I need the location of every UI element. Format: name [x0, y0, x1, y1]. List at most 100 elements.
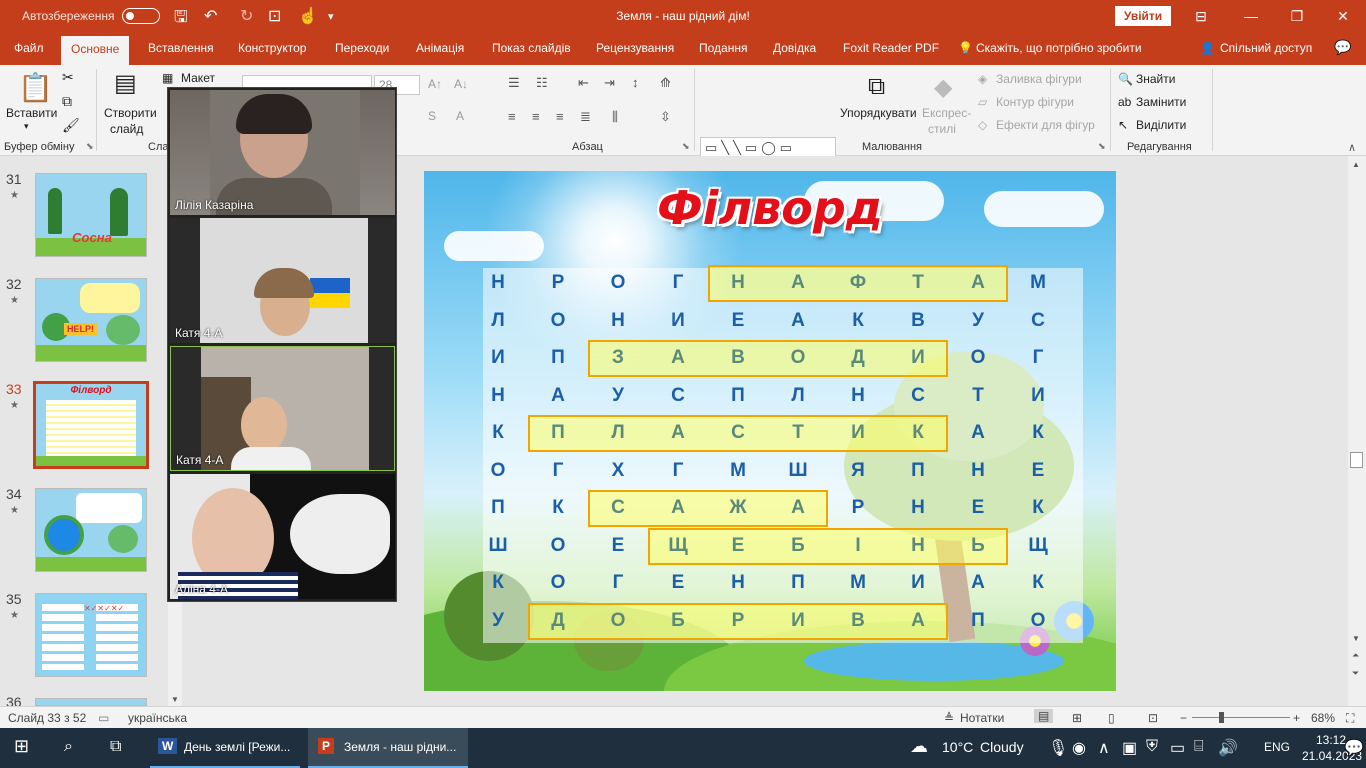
quick-styles-button[interactable]: Експрес-	[922, 106, 971, 120]
collapse-ribbon-icon[interactable]: ∧	[1348, 141, 1356, 154]
select-button[interactable]: Виділити	[1136, 118, 1186, 132]
line-spacing-icon[interactable]: ↕	[632, 75, 639, 90]
paragraph-launcher-icon[interactable]: ⬊	[682, 141, 690, 152]
sign-in-button[interactable]: Увійти	[1115, 6, 1171, 26]
slide-thumbnail-35[interactable]: ✕✓✕✓✕✓	[35, 593, 147, 677]
tab-foxit[interactable]: Foxit Reader PDF	[843, 41, 939, 55]
shape-effects-button[interactable]: Ефекти для фігур	[996, 118, 1095, 132]
arrange-button[interactable]: Упорядкувати	[840, 106, 917, 120]
shape-fill-button[interactable]: Заливка фігури	[996, 72, 1082, 86]
minimize-icon[interactable]: —	[1236, 4, 1266, 28]
zoom-level[interactable]: 68%	[1311, 711, 1335, 725]
bullets-icon[interactable]: ☰	[508, 75, 520, 91]
tab-design[interactable]: Конструктор	[238, 41, 306, 55]
replace-button[interactable]: Замінити	[1136, 95, 1186, 109]
restore-icon[interactable]: ❐	[1282, 4, 1312, 28]
close-icon[interactable]: ✕	[1328, 4, 1358, 28]
paste-button[interactable]: Вставити	[6, 106, 57, 120]
comments-icon[interactable]: 💬	[1334, 39, 1351, 56]
slide-thumbnail-31[interactable]: Сосна	[35, 173, 147, 257]
microphone-icon[interactable]: 🎙	[1048, 738, 1068, 758]
increase-indent-icon[interactable]: ⇥	[604, 75, 615, 91]
canvas-scrollbar[interactable]: ▲ ▼ ⏶ ⏷	[1348, 156, 1366, 706]
tab-home[interactable]: Основне	[61, 36, 130, 65]
format-painter-icon[interactable]: 🖌	[62, 117, 80, 134]
slide-thumbnail-32[interactable]: HELP!	[35, 278, 147, 362]
zoom-out-icon[interactable]: −	[1180, 711, 1187, 725]
volume-icon[interactable]: 🔊	[1218, 738, 1238, 758]
clock-time[interactable]: 13:12	[1316, 733, 1346, 747]
align-left-icon[interactable]: ≡	[508, 109, 516, 124]
font-color-icon[interactable]: A	[456, 109, 464, 123]
clipboard-launcher-icon[interactable]: ⬊	[86, 141, 94, 152]
language-indicator[interactable]: українська	[128, 711, 187, 725]
fit-to-window-icon[interactable]: ⛶	[1346, 711, 1354, 726]
align-right-icon[interactable]: ≡	[556, 109, 564, 124]
align-text-icon[interactable]: ⇳	[660, 109, 671, 125]
tab-transitions[interactable]: Переходи	[335, 41, 389, 55]
share-button[interactable]: Спільний доступ	[1220, 41, 1312, 55]
text-direction-icon[interactable]: ⟰	[660, 75, 671, 91]
tab-file[interactable]: Файл	[14, 41, 44, 55]
quick-styles-icon[interactable]: ◆	[934, 73, 952, 102]
zoom-app-icon[interactable]: ◉	[1072, 738, 1086, 758]
paste-dropdown-icon[interactable]: ▾	[24, 121, 29, 132]
video-tile-3[interactable]: Катя 4-А	[170, 346, 395, 471]
tab-slideshow[interactable]: Показ слайдів	[492, 41, 571, 55]
cut-icon[interactable]: ✂	[62, 69, 74, 86]
justify-icon[interactable]: ≣	[580, 109, 591, 125]
tray-chevron-icon[interactable]: ∧	[1098, 738, 1110, 758]
columns-icon[interactable]: ⫼	[612, 109, 618, 125]
task-view-icon[interactable]: ⧉	[110, 738, 121, 756]
new-slide-button[interactable]: Створити	[104, 106, 157, 120]
decrease-font-icon[interactable]: A↓	[454, 77, 468, 91]
slide-thumbnail-33[interactable]: Філворд	[33, 381, 149, 469]
slideshow-view-icon[interactable]: ⊡	[1148, 711, 1158, 725]
zoom-in-icon[interactable]: +	[1293, 711, 1300, 725]
decrease-indent-icon[interactable]: ⇤	[578, 75, 589, 91]
tab-review[interactable]: Рецензування	[596, 41, 674, 55]
zoom-slider-thumb[interactable]	[1219, 712, 1224, 723]
slide-33[interactable]: Філворд НРОГНАФТАМЛОНИЕАКВУСИПЗАВОДИОГНА…	[424, 171, 1116, 691]
copy-icon[interactable]: ⧉	[62, 93, 72, 110]
tab-insert[interactable]: Вставлення	[148, 41, 214, 55]
security-icon[interactable]: ⛨	[1146, 738, 1158, 756]
ribbon-display-options-icon[interactable]: ⊟	[1186, 4, 1216, 28]
weather-description[interactable]: Cloudy	[980, 739, 1024, 755]
zoom-slider[interactable]	[1192, 717, 1290, 718]
weather-temperature[interactable]: 10°C	[942, 739, 973, 755]
slide-thumbnail-36[interactable]	[35, 698, 147, 706]
layout-button[interactable]: Макет	[181, 71, 215, 85]
scroll-down-icon[interactable]: ▼	[1352, 634, 1360, 643]
notifications-icon[interactable]: 💬	[1344, 738, 1364, 758]
find-button[interactable]: Знайти	[1136, 72, 1175, 86]
next-slide-icon[interactable]: ⏷	[1352, 668, 1359, 679]
tab-help[interactable]: Довідка	[773, 41, 816, 55]
video-call-panel[interactable]: Лілія Казаріна Катя 4-А Катя 4-А Аліна 4…	[167, 87, 397, 602]
increase-font-icon[interactable]: A↑	[428, 77, 442, 91]
display-icon[interactable]: ▭	[1170, 738, 1185, 758]
slide-sorter-icon[interactable]: ⊞	[1072, 711, 1082, 725]
normal-view-icon[interactable]: ▤	[1034, 709, 1054, 723]
center-icon[interactable]: ≡	[532, 109, 540, 124]
video-tile-4[interactable]: Аліна 4-А	[170, 474, 395, 599]
search-icon[interactable]: ⌕	[64, 738, 73, 756]
scroll-thumb[interactable]	[1350, 452, 1363, 468]
previous-slide-icon[interactable]: ⏶	[1352, 650, 1359, 661]
drawing-launcher-icon[interactable]: ⬊	[1098, 141, 1106, 152]
windows-start-icon[interactable]: ⊞	[14, 736, 29, 757]
tray-app-icon[interactable]: ▣	[1122, 738, 1137, 758]
shadow-icon[interactable]: S	[428, 109, 436, 123]
slide-thumbnail-34[interactable]	[35, 488, 147, 572]
scroll-down-icon[interactable]: ▼	[171, 695, 179, 704]
tab-view[interactable]: Подання	[699, 41, 747, 55]
video-tile-2[interactable]: Катя 4-А	[170, 218, 395, 343]
shape-outline-button[interactable]: Контур фігури	[996, 95, 1074, 109]
new-slide-icon[interactable]: ▤	[114, 69, 137, 98]
numbering-icon[interactable]: ☷	[536, 75, 548, 91]
tell-me-search[interactable]: Скажіть, що потрібно зробити	[976, 41, 1142, 55]
scroll-up-icon[interactable]: ▲	[1352, 160, 1360, 169]
tab-animations[interactable]: Анімація	[416, 41, 464, 55]
taskbar-app-powerpoint[interactable]: P Земля - наш рідни...	[308, 728, 468, 768]
notes-button[interactable]: Нотатки	[960, 711, 1004, 725]
